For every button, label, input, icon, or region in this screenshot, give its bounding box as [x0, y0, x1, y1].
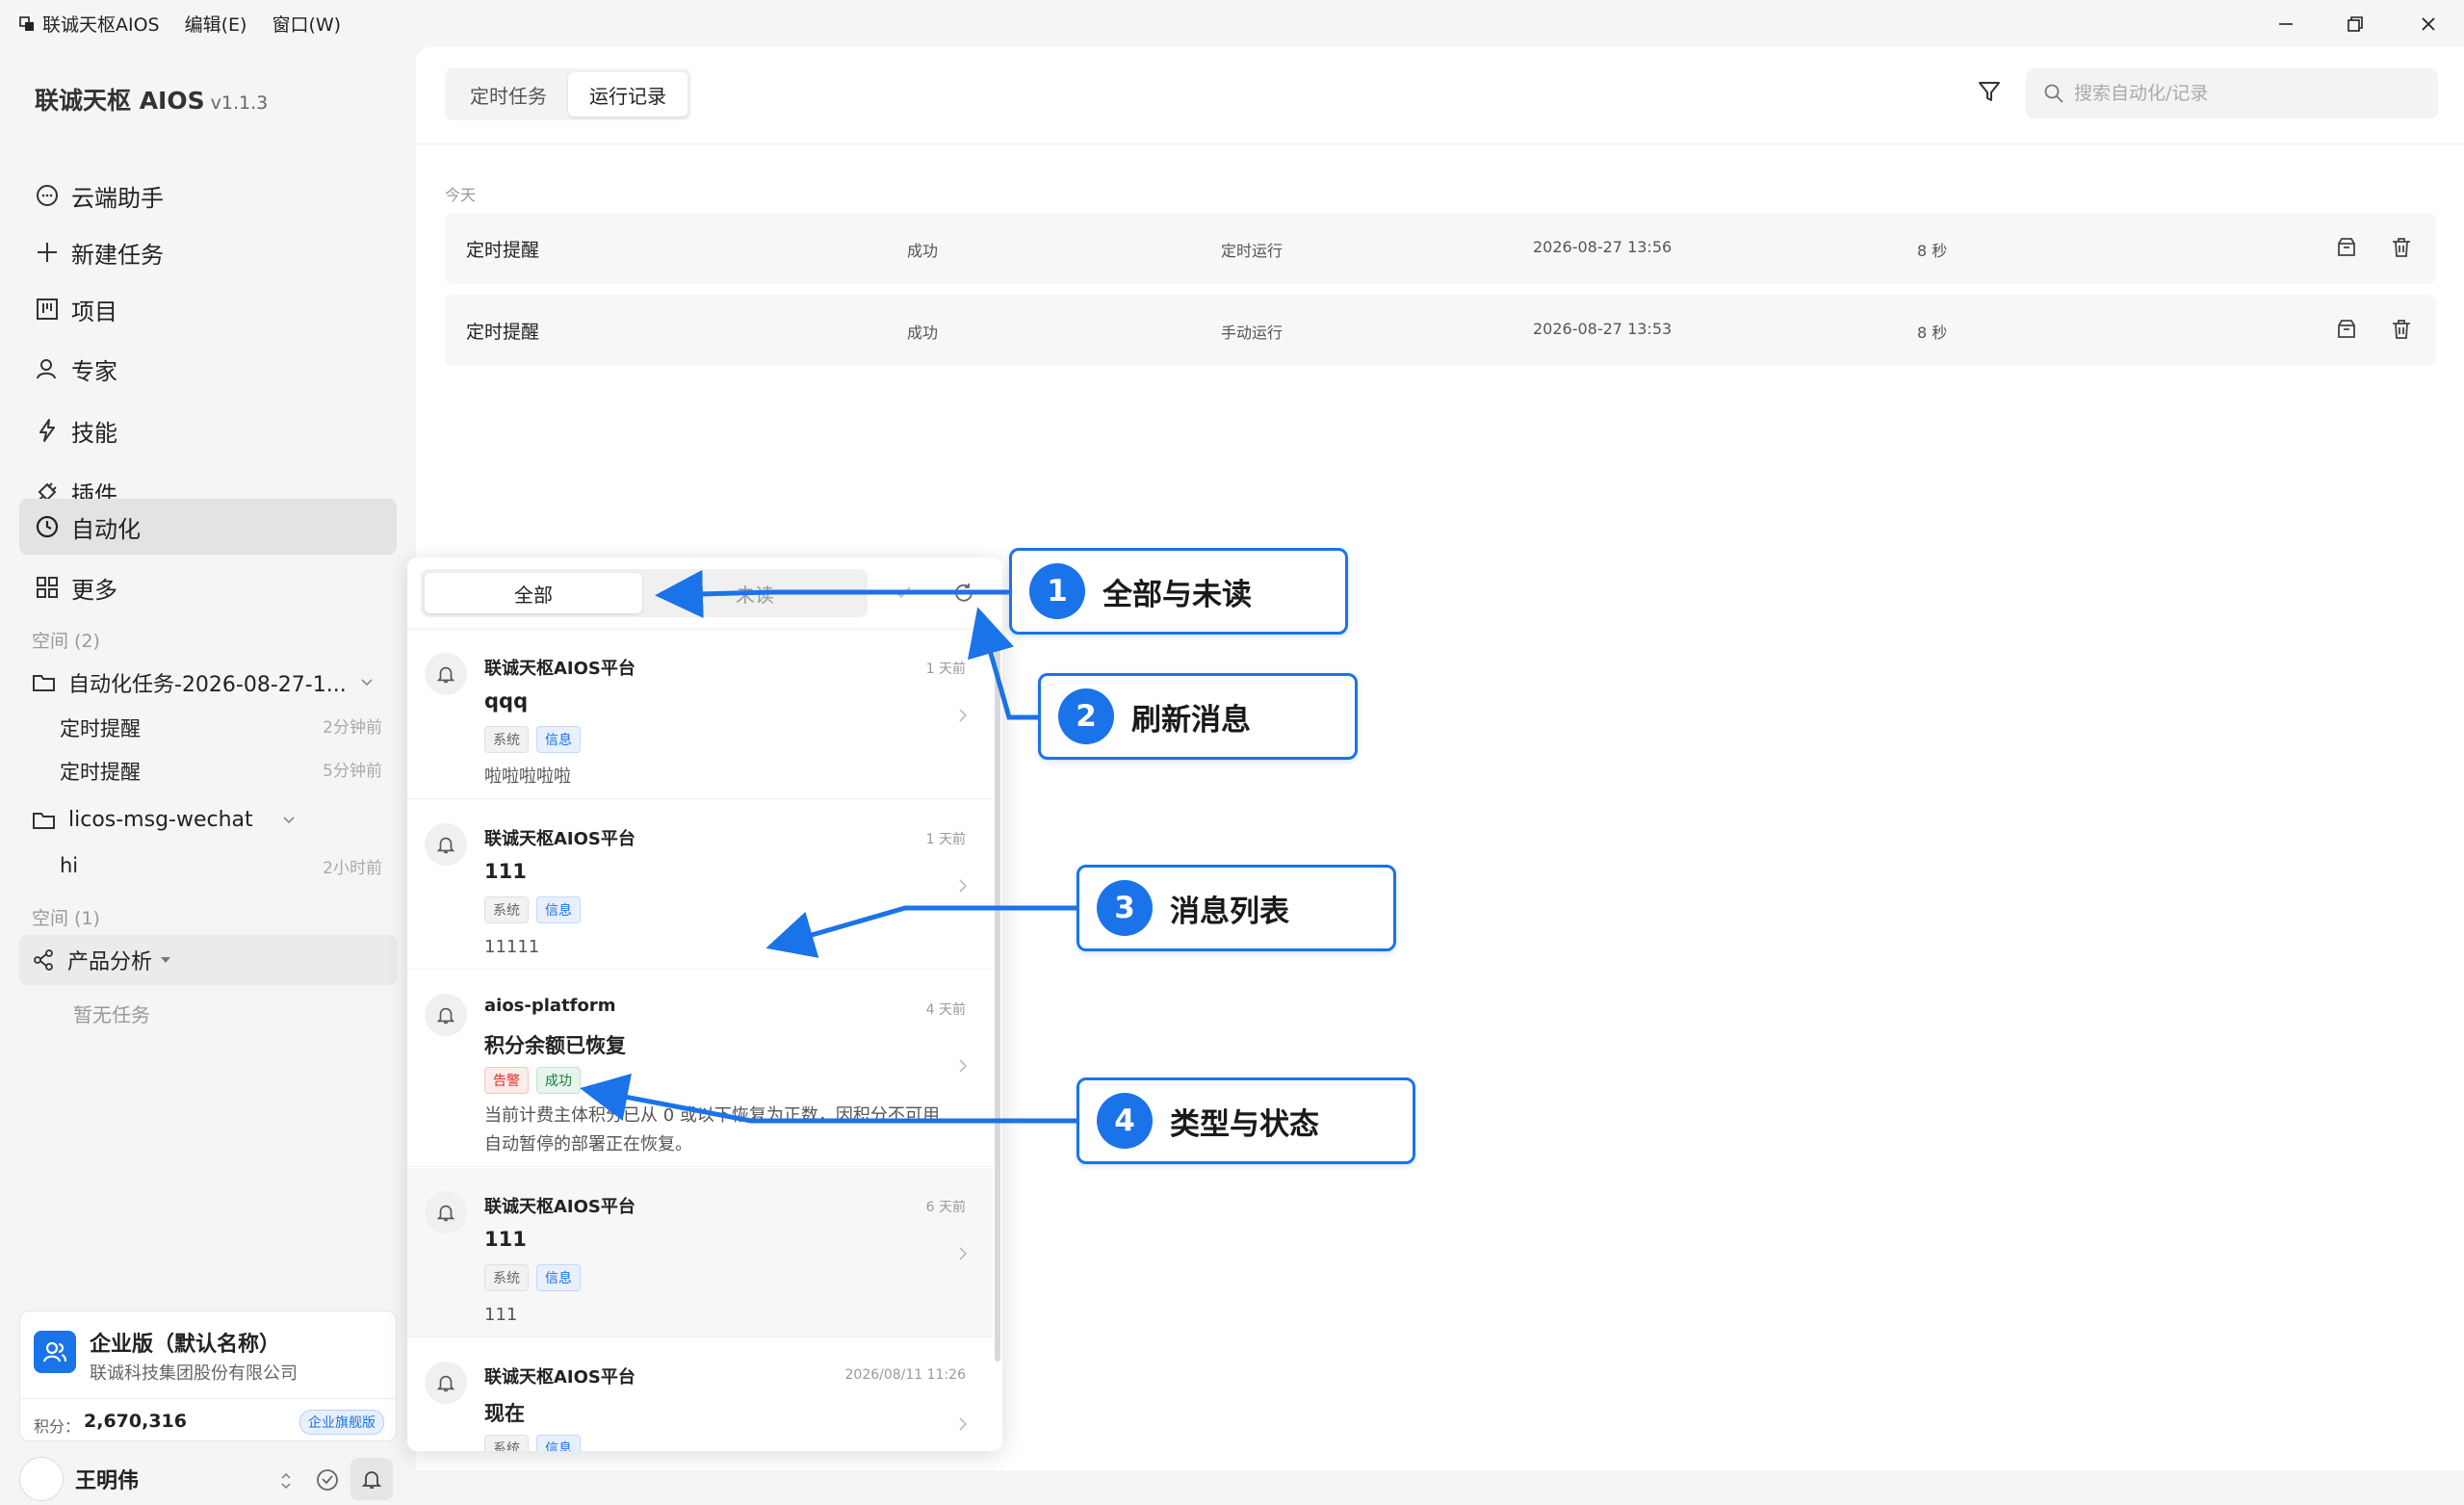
callout-number: 1 — [1029, 563, 1085, 619]
bell-icon — [361, 1471, 382, 1489]
callout-number: 2 — [1058, 688, 1114, 744]
updown-icon[interactable] — [279, 1470, 293, 1492]
check-circle-icon[interactable] — [315, 1467, 340, 1492]
arrow-4 — [580, 1073, 1076, 1124]
callout-2: 2 刷新消息 — [1038, 673, 1358, 760]
callout-3: 3 消息列表 — [1076, 865, 1396, 951]
callout-label: 消息列表 — [1170, 894, 1289, 929]
callout-label: 全部与未读 — [1102, 577, 1252, 612]
callout-number: 4 — [1097, 1093, 1153, 1149]
callout-4: 4 类型与状态 — [1076, 1077, 1415, 1164]
arrow-3 — [765, 905, 1076, 958]
callout-1: 1 全部与未读 — [1009, 548, 1348, 635]
callout-number: 3 — [1097, 880, 1153, 936]
callout-label: 刷新消息 — [1131, 702, 1251, 738]
callout-label: 类型与状态 — [1170, 1106, 1319, 1142]
arrow-1 — [655, 569, 1009, 618]
